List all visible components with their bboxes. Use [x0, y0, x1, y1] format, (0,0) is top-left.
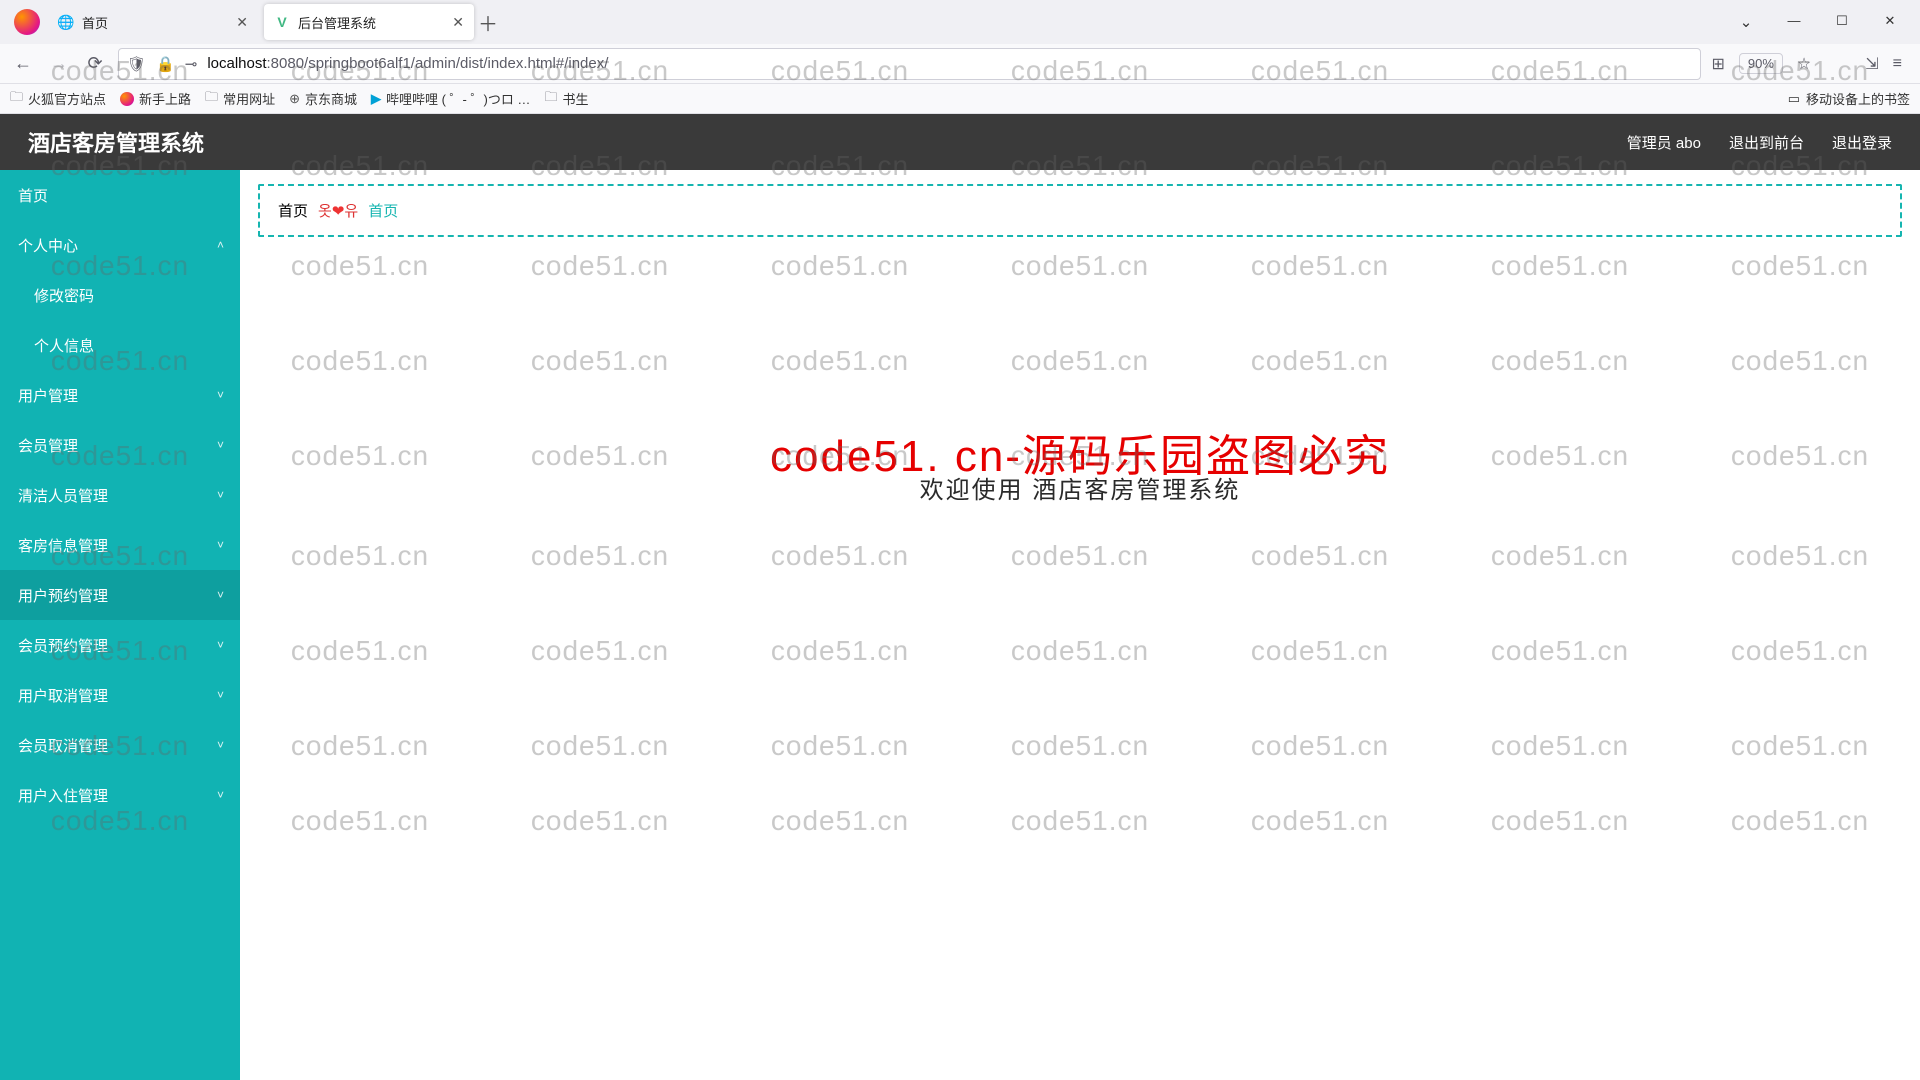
chevron-up-icon: ˄ — [217, 238, 224, 252]
bookmark-label: 新手上路 — [139, 89, 191, 108]
menu-button[interactable]: ≡ — [1893, 55, 1902, 73]
connection-icon: ⊸ — [185, 55, 198, 73]
bookmark-item[interactable]: 火狐官方站点 — [10, 88, 106, 110]
bookmark-label: 常用网址 — [223, 89, 275, 108]
back-button[interactable]: ← — [10, 53, 36, 74]
chevron-down-icon: ˅ — [217, 538, 224, 552]
bilibili-icon: ▶ — [371, 91, 381, 107]
sidebar-item-label: 用户入住管理 — [18, 785, 108, 806]
breadcrumb-separator-icon: 옷❤유 — [318, 200, 358, 221]
app-title: 酒店客房管理系统 — [28, 126, 204, 158]
bookmark-item[interactable]: ⊕ 京东商城 — [289, 88, 357, 110]
tab-title: 首页 — [82, 13, 228, 32]
zoom-indicator[interactable]: 90% — [1739, 53, 1783, 74]
browser-tab[interactable]: 🌐 首页 ✕ — [48, 4, 258, 40]
tracking-shield-icon: 🛡 — [127, 55, 146, 73]
sidebar-item-label: 客房信息管理 — [18, 535, 108, 556]
globe-favicon-icon: 🌐 — [58, 14, 74, 30]
breadcrumb-current[interactable]: 首页 — [368, 200, 398, 221]
sidebar-item[interactable]: 用户取消管理 ˅ — [0, 670, 240, 720]
sidebar-item-label: 首页 — [18, 185, 48, 206]
tab-strip: 🌐 首页 ✕ V 后台管理系统 ✕ ＋ ⌄ — ☐ ✕ — [0, 0, 1920, 44]
header-exit-front-link[interactable]: 退出到前台 — [1729, 132, 1804, 153]
lock-icon: 🔒 — [156, 55, 175, 73]
sidebar-item[interactable]: 个人中心 ˄ — [0, 220, 240, 270]
sidebar-item[interactable]: 会员预约管理 ˅ — [0, 620, 240, 670]
qr-icon[interactable]: ⊞ — [1711, 54, 1724, 74]
bookmark-item[interactable]: ▶ 哔哩哔哩 ( ゜- ゜)つロ … — [371, 88, 530, 110]
bookmark-label: 京东商城 — [305, 89, 357, 108]
bookmarks-bar: 火狐官方站点 新手上路 常用网址 ⊕ 京东商城 ▶ 哔哩哔哩 ( ゜- ゜)つロ … 书生 ▭… — [0, 84, 1920, 114]
url-input[interactable]: 🛡 🔒 ⊸ localhost:8080/springboot6alf1/adm… — [118, 48, 1701, 80]
window-controls: ⌄ — ☐ ✕ — [1732, 13, 1914, 31]
chevron-down-icon: ˅ — [217, 438, 224, 452]
sidebar-subitem[interactable]: 个人信息 — [0, 320, 240, 370]
minimize-button[interactable]: — — [1780, 13, 1808, 31]
sidebar-item-label: 清洁人员管理 — [18, 485, 108, 506]
sidebar-item[interactable]: 客房信息管理 ˅ — [0, 520, 240, 570]
maximize-button[interactable]: ☐ — [1828, 13, 1856, 31]
bookmark-item[interactable]: 新手上路 — [120, 88, 191, 110]
sidebar-item[interactable]: 首页 — [0, 170, 240, 220]
mobile-icon: ▭ — [1788, 91, 1800, 107]
bookmark-label: 书生 — [562, 89, 588, 108]
sidebar-item[interactable]: 用户管理 ˅ — [0, 370, 240, 420]
chevron-down-icon: ˅ — [217, 588, 224, 602]
bookmark-star-icon[interactable]: ☆ — [1797, 54, 1811, 74]
breadcrumb-home[interactable]: 首页 — [278, 200, 308, 221]
sidebar-item-label: 个人中心 — [18, 235, 78, 256]
app-root: 酒店客房管理系统 管理员 abo 退出到前台 退出登录 首页个人中心˄修改密码个… — [0, 114, 1920, 1080]
sidebar-item[interactable]: 会员管理 ˅ — [0, 420, 240, 470]
chevron-down-icon: ˅ — [217, 488, 224, 502]
tabs-dropdown-button[interactable]: ⌄ — [1732, 13, 1760, 31]
chevron-down-icon: ˅ — [217, 638, 224, 652]
sidebar-item-label: 用户取消管理 — [18, 685, 108, 706]
sidebar-item-label: 修改密码 — [34, 285, 94, 306]
toolbar-right: ⊞ 90% ☆ ⇲ ≡ — [1711, 53, 1910, 74]
sidebar-item-label: 会员取消管理 — [18, 735, 108, 756]
jd-icon: ⊕ — [289, 91, 300, 107]
welcome-text: 欢迎使用 酒店客房管理系统 — [920, 470, 1241, 505]
app-header: 酒店客房管理系统 管理员 abo 退出到前台 退出登录 — [0, 114, 1920, 170]
sidebar-item[interactable]: 用户预约管理 ˅ — [0, 570, 240, 620]
new-tab-button[interactable]: ＋ — [474, 8, 502, 37]
sidebar-item-label: 会员管理 — [18, 435, 78, 456]
sidebar-item-label: 会员预约管理 — [18, 635, 108, 656]
forward-button[interactable]: → — [46, 53, 72, 74]
chevron-down-icon: ˅ — [217, 688, 224, 702]
firefox-logo-icon — [14, 9, 40, 35]
chevron-down-icon: ˅ — [217, 738, 224, 752]
bookmark-item[interactable]: 常用网址 — [205, 88, 275, 110]
sidebar: 首页个人中心˄修改密码个人信息用户管理˅会员管理˅清洁人员管理˅客房信息管理˅用… — [0, 170, 240, 1080]
breadcrumb: 首页 옷❤유 首页 — [258, 184, 1902, 237]
content-area: 首页 옷❤유 首页 code51. cn-源码乐园盗图必究 欢迎使用 酒店客房管… — [240, 170, 1920, 1080]
bookmark-label: 哔哩哔哩 ( ゜- ゜)つロ … — [386, 89, 530, 108]
close-window-button[interactable]: ✕ — [1876, 13, 1904, 31]
reload-button[interactable]: ⟳ — [82, 53, 108, 74]
address-bar: ← → ⟳ 🛡 🔒 ⊸ localhost:8080/springboot6al… — [0, 44, 1920, 84]
mobile-bookmarks-button[interactable]: ▭ 移动设备上的书签 — [1788, 89, 1910, 108]
url-text: localhost:8080/springboot6alf1/admin/dis… — [207, 55, 1692, 72]
firefox-icon — [120, 92, 134, 106]
bookmark-item[interactable]: 书生 — [544, 88, 588, 110]
vue-favicon-icon: V — [274, 14, 290, 30]
sidebar-subitem[interactable]: 修改密码 — [0, 270, 240, 320]
chevron-down-icon: ˅ — [217, 388, 224, 402]
browser-chrome: 🌐 首页 ✕ V 后台管理系统 ✕ ＋ ⌄ — ☐ ✕ ← → ⟳ 🛡 🔒 ⊸ local… — [0, 0, 1920, 114]
chevron-down-icon: ˅ — [217, 788, 224, 802]
header-user-label[interactable]: 管理员 abo — [1627, 132, 1701, 153]
sidebar-item-label: 用户管理 — [18, 385, 78, 406]
sidebar-item[interactable]: 清洁人员管理 ˅ — [0, 470, 240, 520]
close-tab-button[interactable]: ✕ — [236, 14, 248, 31]
close-tab-button[interactable]: ✕ — [452, 14, 464, 31]
header-logout-link[interactable]: 退出登录 — [1832, 132, 1892, 153]
sidebar-item[interactable]: 用户入住管理 ˅ — [0, 770, 240, 820]
sidebar-item-label: 用户预约管理 — [18, 585, 108, 606]
tab-title: 后台管理系统 — [298, 13, 444, 32]
browser-tab[interactable]: V 后台管理系统 ✕ — [264, 4, 474, 40]
sidebar-item[interactable]: 会员取消管理 ˅ — [0, 720, 240, 770]
bookmark-label: 火狐官方站点 — [28, 89, 106, 108]
extensions-icon[interactable]: ⇲ — [1865, 54, 1878, 74]
sidebar-item-label: 个人信息 — [34, 335, 94, 356]
